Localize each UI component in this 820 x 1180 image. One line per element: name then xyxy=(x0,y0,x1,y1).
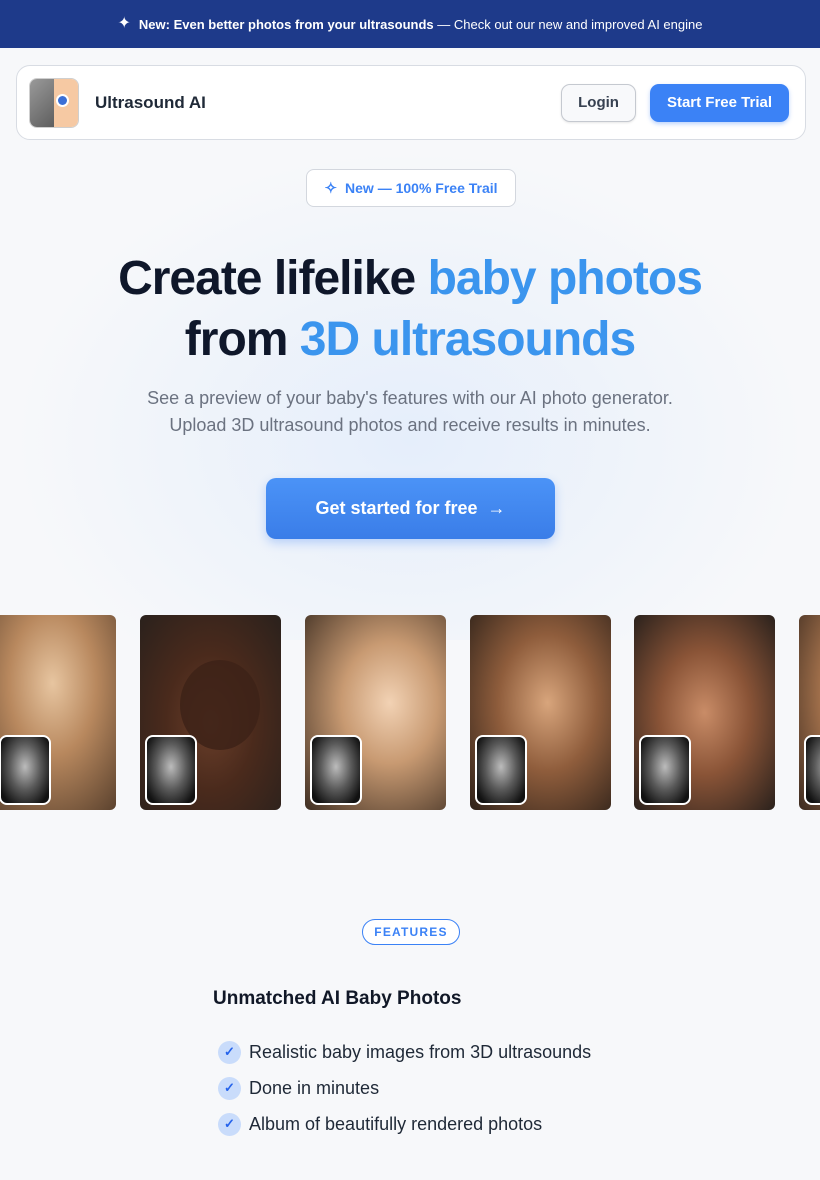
hero-title: Create lifelike baby photos from 3D ultr… xyxy=(118,252,703,366)
features-title: Unmatched AI Baby Photos xyxy=(213,988,462,1009)
start-free-trial-button[interactable]: Start Free Trial xyxy=(649,83,789,122)
ultrasound-thumbnail xyxy=(310,735,362,805)
features-badge: FEATURES xyxy=(362,919,460,945)
baby-photo-card[interactable] xyxy=(634,615,775,810)
photo-gallery xyxy=(0,615,820,810)
sparkle-icon: ✧ xyxy=(324,180,338,197)
navbar: Ultrasound AI Login Start Free Trial xyxy=(16,65,806,140)
baby-photo-card[interactable] xyxy=(470,615,611,810)
login-button[interactable]: Login xyxy=(561,83,636,122)
feature-item: ✓ Done in minutes xyxy=(218,1070,591,1106)
announcement-bar: ✦ New: Even better photos from your ultr… xyxy=(0,0,820,48)
check-icon: ✓ xyxy=(218,1040,241,1064)
ultrasound-thumbnail xyxy=(0,735,51,805)
ultrasound-thumbnail xyxy=(475,735,527,805)
baby-photo-card[interactable] xyxy=(0,615,116,810)
ultrasound-thumbnail xyxy=(145,735,197,805)
announcement-text: New: Even better photos from your ultras… xyxy=(138,16,703,32)
check-icon: ✓ xyxy=(218,1076,241,1100)
sparkle-icon: ✦ xyxy=(117,15,131,32)
check-icon: ✓ xyxy=(218,1112,241,1136)
feature-item: ✓ Realistic baby images from 3D ultrasou… xyxy=(218,1034,591,1070)
baby-photo-card[interactable] xyxy=(140,615,281,810)
arrow-right-icon: → xyxy=(487,498,506,518)
new-badge: ✧ New — 100% Free Trail xyxy=(306,169,516,207)
ultrasound-thumbnail xyxy=(804,735,820,805)
features-list: ✓ Realistic baby images from 3D ultrasou… xyxy=(218,1034,591,1142)
logo[interactable] xyxy=(29,77,79,128)
brand-name[interactable]: Ultrasound AI xyxy=(95,93,206,113)
baby-photo-card[interactable] xyxy=(305,615,446,810)
hero-subtitle: See a preview of your baby's features wi… xyxy=(147,388,673,435)
ultrasound-thumbnail xyxy=(639,735,691,805)
get-started-button[interactable]: Get started for free → xyxy=(266,478,555,539)
baby-photo-card[interactable] xyxy=(799,615,820,810)
feature-item: ✓ Album of beautifully rendered photos xyxy=(218,1106,591,1142)
